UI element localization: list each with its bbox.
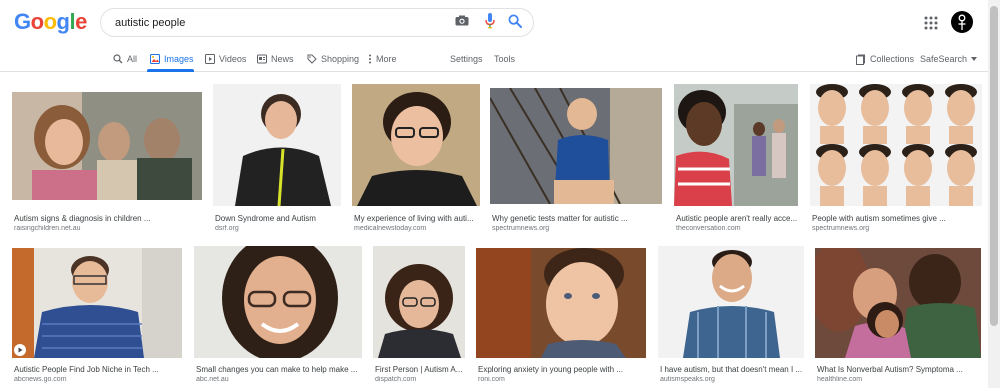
image-result[interactable]: Down Syndrome and Autism dsrf.org bbox=[213, 84, 341, 238]
top-bar: Google bbox=[0, 0, 1000, 46]
result-title: Why genetic tests matter for autistic ..… bbox=[492, 214, 628, 223]
avatar-symbol-icon bbox=[958, 14, 966, 30]
logo-letter: e bbox=[75, 9, 87, 34]
tab-label: More bbox=[376, 54, 397, 64]
search-icon bbox=[113, 54, 123, 64]
image-result[interactable]: Autistic People Find Job Niche in Tech .… bbox=[12, 248, 182, 388]
result-thumbnail bbox=[674, 84, 798, 206]
image-result[interactable]: My experience of living with auti... med… bbox=[352, 84, 480, 238]
account-avatar[interactable] bbox=[951, 11, 973, 33]
result-source: abcnews.go.com bbox=[14, 376, 67, 383]
page-scrollbar[interactable] bbox=[988, 0, 1000, 388]
tab-label: Videos bbox=[219, 54, 247, 64]
result-source: spectrumnews.org bbox=[812, 225, 870, 232]
result-source: abc.net.au bbox=[196, 376, 229, 383]
safesearch-toggle[interactable]: SafeSearch bbox=[920, 52, 978, 66]
camera-icon[interactable] bbox=[455, 15, 469, 26]
result-thumbnail bbox=[490, 88, 662, 204]
image-result[interactable]: I have autism, but that doesn't mean I .… bbox=[658, 246, 804, 388]
result-thumbnail bbox=[194, 246, 362, 358]
result-source: roni.com bbox=[478, 376, 505, 383]
result-title: Autistic people aren't really acce... bbox=[676, 214, 798, 223]
result-source: spectrumnews.org bbox=[492, 225, 550, 232]
video-icon bbox=[205, 54, 215, 64]
result-thumbnail bbox=[476, 248, 646, 358]
tab-label: Images bbox=[164, 54, 194, 64]
image-icon bbox=[150, 54, 160, 64]
image-result[interactable]: People with autism sometimes give ... sp… bbox=[810, 84, 982, 238]
search-tabs: All Images Videos News Shopping More Set… bbox=[0, 46, 1000, 72]
result-thumbnail bbox=[658, 246, 804, 358]
result-title: Autistic People Find Job Niche in Tech .… bbox=[14, 365, 159, 374]
logo-letter: o bbox=[30, 9, 44, 34]
image-result[interactable]: What Is Nonverbal Autism? Symptoma ... h… bbox=[815, 248, 981, 388]
safesearch-label: SafeSearch bbox=[920, 54, 968, 64]
result-title: I have autism, but that doesn't mean I .… bbox=[660, 365, 803, 374]
result-thumbnail bbox=[213, 84, 341, 206]
image-result[interactable]: Autistic people aren't really acce... th… bbox=[674, 84, 798, 238]
image-result[interactable]: Small changes you can make to help make … bbox=[194, 246, 362, 388]
news-icon bbox=[257, 54, 267, 64]
image-result[interactable]: Autism signs & diagnosis in children ...… bbox=[12, 92, 202, 238]
google-logo[interactable]: Google bbox=[14, 9, 87, 35]
result-title: Down Syndrome and Autism bbox=[215, 214, 316, 223]
scrollbar-thumb[interactable] bbox=[990, 6, 998, 326]
logo-letter: g bbox=[56, 9, 70, 34]
microphone-icon[interactable] bbox=[485, 13, 495, 29]
result-thumbnail bbox=[373, 246, 465, 358]
video-play-icon bbox=[14, 344, 26, 356]
tab-more[interactable]: More bbox=[368, 52, 397, 66]
tab-label: All bbox=[127, 54, 138, 64]
image-results-grid: Autism signs & diagnosis in children ...… bbox=[0, 72, 1000, 388]
image-result[interactable]: Exploring anxiety in young people with .… bbox=[476, 248, 646, 388]
search-input[interactable] bbox=[115, 15, 445, 31]
result-thumbnail bbox=[815, 248, 981, 358]
tab-label: Shopping bbox=[321, 54, 360, 64]
tab-news[interactable]: News bbox=[257, 52, 294, 66]
result-source: dsrf.org bbox=[215, 225, 239, 232]
result-thumbnail bbox=[810, 84, 982, 206]
collections-link[interactable]: Collections bbox=[856, 52, 914, 66]
chevron-down-icon bbox=[971, 57, 978, 61]
tab-videos[interactable]: Videos bbox=[205, 52, 246, 66]
result-title: Autism signs & diagnosis in children ... bbox=[14, 214, 151, 223]
tab-label: Settings bbox=[450, 54, 483, 64]
tab-label: Tools bbox=[494, 54, 516, 64]
result-source: dispatch.com bbox=[375, 376, 417, 383]
tab-images[interactable]: Images bbox=[150, 52, 194, 66]
result-source: theconversation.com bbox=[676, 225, 741, 232]
apps-grid-icon[interactable] bbox=[924, 16, 938, 30]
tab-tools[interactable]: Tools bbox=[494, 52, 515, 66]
tab-all[interactable]: All bbox=[113, 52, 137, 66]
result-title: People with autism sometimes give ... bbox=[812, 214, 946, 223]
result-thumbnail bbox=[12, 248, 182, 358]
logo-letter: o bbox=[43, 9, 57, 34]
tab-label: News bbox=[271, 54, 294, 64]
bookmark-icon bbox=[856, 54, 865, 65]
tag-icon bbox=[307, 54, 317, 64]
tab-shopping[interactable]: Shopping bbox=[307, 52, 359, 66]
image-result[interactable]: First Person | Autism A... dispatch.com bbox=[373, 246, 465, 388]
result-source: medicalnewstoday.com bbox=[354, 225, 427, 232]
result-title: My experience of living with auti... bbox=[354, 214, 474, 223]
collections-label: Collections bbox=[870, 54, 915, 64]
result-title: Exploring anxiety in young people with .… bbox=[478, 365, 623, 374]
image-result[interactable]: Why genetic tests matter for autistic ..… bbox=[490, 88, 662, 238]
result-source: healthline.com bbox=[817, 376, 863, 383]
tab-settings[interactable]: Settings bbox=[450, 52, 483, 66]
logo-letter: G bbox=[14, 9, 31, 34]
result-title: Small changes you can make to help make … bbox=[196, 365, 358, 374]
search-icon[interactable] bbox=[508, 14, 522, 28]
result-source: raisingchildren.net.au bbox=[14, 225, 81, 232]
result-title: First Person | Autism A... bbox=[375, 365, 463, 374]
more-vertical-icon bbox=[369, 54, 371, 64]
result-thumbnail bbox=[352, 84, 480, 206]
result-thumbnail bbox=[12, 92, 202, 200]
result-title: What Is Nonverbal Autism? Symptoma ... bbox=[817, 365, 963, 374]
result-source: autismspeaks.org bbox=[660, 376, 715, 383]
